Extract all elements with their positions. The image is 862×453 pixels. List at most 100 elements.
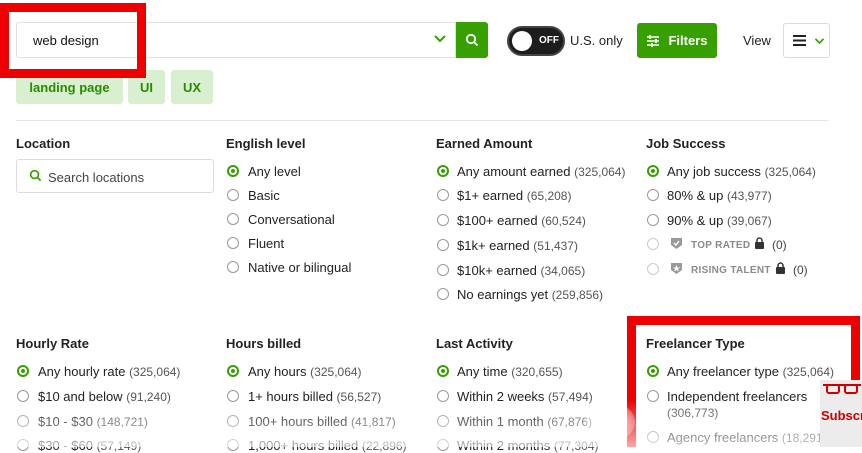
option-label: $100+ earned — [457, 213, 538, 228]
view-dropdown[interactable] — [783, 23, 830, 58]
english-level-title: English level — [226, 136, 306, 151]
option-label: Conversational — [248, 212, 335, 227]
radio-30-60[interactable] — [17, 439, 29, 451]
toggle-knob — [512, 31, 532, 51]
option-label: Fluent — [248, 236, 285, 251]
radio-90-up[interactable] — [647, 214, 659, 226]
search-icon — [29, 169, 42, 182]
option-count: (91,240) — [126, 390, 171, 404]
chip-ux[interactable]: UX — [171, 70, 213, 104]
option-row: 90% & up (39,067) — [667, 213, 772, 228]
lock-icon — [755, 237, 764, 249]
radio-1-plus[interactable] — [437, 189, 449, 201]
option-label: $10 - $30 — [38, 414, 93, 429]
chevron-down-icon[interactable] — [432, 30, 448, 46]
radio-10-30[interactable] — [17, 415, 29, 427]
option-label: Any amount earned — [457, 164, 571, 179]
option-count: (43,977) — [727, 189, 772, 203]
subscribe-watermark[interactable]: Subscri — [821, 408, 862, 423]
option-label: $1k+ earned — [457, 238, 530, 253]
view-label: View — [743, 33, 771, 48]
lock-icon — [776, 262, 785, 274]
radio-fluent[interactable] — [227, 237, 239, 249]
earned-amount-title: Earned Amount — [436, 136, 533, 151]
rising-talent-label: RISING TALENT — [691, 265, 771, 276]
location-title: Location — [16, 136, 71, 151]
option-label: 90% & up — [667, 213, 724, 228]
radio-conversational[interactable] — [227, 213, 239, 225]
option-label: Within 1 month — [457, 414, 544, 429]
option-count: (325,064) — [574, 165, 626, 179]
option-row: $10 and below (91,240) — [38, 389, 171, 404]
option-row: Within 1 month (67,876) — [457, 414, 592, 429]
option-row: Any time (320,655) — [457, 364, 563, 379]
option-label: $10k+ earned — [457, 263, 537, 278]
radio-2-months[interactable] — [437, 439, 449, 451]
option-label: 1+ hours billed — [248, 389, 333, 404]
option-label: Within 2 weeks — [457, 389, 545, 404]
option-row: $10k+ earned (34,065) — [457, 263, 585, 278]
radio-no-earnings[interactable] — [437, 288, 449, 300]
option-count: (51,437) — [533, 239, 578, 253]
radio-10k-plus[interactable] — [437, 264, 449, 276]
option-row: $100+ earned (60,524) — [457, 213, 586, 228]
option-count: (56,527) — [336, 390, 382, 404]
option-label: $30 - $60 — [38, 438, 93, 453]
option-count: (34,065) — [540, 264, 586, 278]
search-icon — [465, 33, 479, 47]
divider — [16, 120, 828, 121]
radio-80-up[interactable] — [647, 189, 659, 201]
radio-rising-talent[interactable] — [647, 263, 659, 275]
radio-1k-plus[interactable] — [437, 239, 449, 251]
option-row: 1+ hours billed (56,527) — [248, 389, 381, 404]
option-row: No earnings yet (259,856) — [457, 287, 603, 302]
option-count: (22,896) — [361, 439, 407, 453]
option-label: No earnings yet — [457, 287, 549, 302]
radio-any-level[interactable] — [227, 165, 239, 177]
option-count: (325,064) — [764, 165, 816, 179]
radio-10-below[interactable] — [17, 390, 29, 402]
us-only-label: U.S. only — [570, 33, 623, 48]
radio-1-month[interactable] — [437, 415, 449, 427]
radio-any-job-success[interactable] — [647, 165, 659, 177]
toggle-state: OFF — [539, 35, 559, 46]
option-label: Any job success — [667, 164, 761, 179]
option-row: Any job success (325,064) — [667, 164, 816, 179]
radio-100-plus[interactable] — [437, 214, 449, 226]
option-count: (57,149) — [96, 439, 142, 453]
option-row: Within 2 months (77,304) — [457, 438, 599, 453]
search-button[interactable] — [456, 22, 488, 58]
radio-any-amount[interactable] — [437, 165, 449, 177]
option-count: (325,064) — [310, 365, 362, 379]
option-row: Within 2 weeks (57,494) — [457, 389, 593, 404]
option-label: Basic — [248, 188, 280, 203]
option-label: $10 and below — [38, 389, 123, 404]
option-row: 100+ hours billed (41,817) — [248, 414, 396, 429]
option-label: 100+ hours billed — [248, 414, 348, 429]
radio-native[interactable] — [227, 261, 239, 273]
radio-2-weeks[interactable] — [437, 390, 449, 402]
radio-top-rated[interactable] — [647, 238, 659, 250]
radio-any-time[interactable] — [437, 365, 449, 377]
option-label: Native or bilingual — [248, 260, 352, 275]
top-rated-count: (0) — [772, 238, 787, 252]
rising-talent-badge-icon — [671, 263, 682, 274]
radio-1-hours[interactable] — [227, 390, 239, 402]
option-label: 80% & up — [667, 188, 724, 203]
radio-100-hours[interactable] — [227, 415, 239, 427]
radio-any-hours[interactable] — [227, 365, 239, 377]
option-count: (325,064) — [129, 365, 181, 379]
radio-any-hourly[interactable] — [17, 365, 29, 377]
us-only-toggle[interactable]: OFF — [507, 26, 565, 56]
option-count: (39,067) — [727, 214, 772, 228]
last-activity-title: Last Activity — [436, 336, 513, 351]
option-row: 80% & up (43,977) — [667, 188, 772, 203]
option-count: (57,494) — [548, 390, 593, 404]
option-count: (60,524) — [541, 214, 586, 228]
option-count: (77,304) — [553, 439, 599, 453]
rising-talent-count: (0) — [793, 263, 808, 277]
radio-1000-hours[interactable] — [227, 439, 239, 451]
radio-basic[interactable] — [227, 189, 239, 201]
option-row: 1,000+ hours billed (22,896) — [248, 438, 407, 453]
filters-button[interactable]: Filters — [637, 23, 717, 58]
